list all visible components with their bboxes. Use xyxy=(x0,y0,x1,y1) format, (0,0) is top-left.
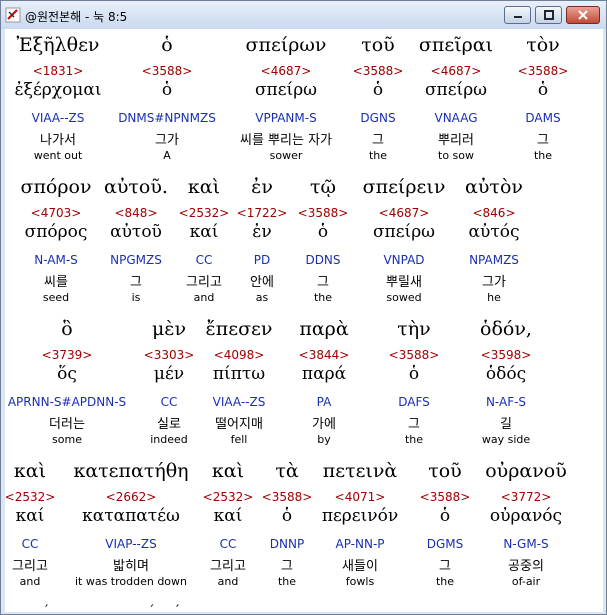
close-button[interactable] xyxy=(566,6,600,24)
close-icon xyxy=(578,10,588,20)
korean-gloss: 그 xyxy=(537,133,549,148)
next-row-partial: ′ ′ ′ xyxy=(45,603,180,612)
korean-gloss: 길 xyxy=(500,417,512,432)
parsing-code: DAMS xyxy=(525,111,561,125)
minimize-button[interactable] xyxy=(504,6,531,24)
strong-number: <846> xyxy=(472,206,516,220)
lemma: ὁ xyxy=(537,80,549,100)
greek-word: τὸν xyxy=(526,34,560,56)
app-window: @원전본해 - 눅 8:5 Ἐξῆλθεν <1831> ἐξέρχομαι VIAA… xyxy=(0,0,607,615)
minimize-icon xyxy=(513,16,522,18)
lemma: οὐρανός xyxy=(489,506,563,526)
greek-word: αὐτὸν xyxy=(465,176,523,198)
english-gloss: he xyxy=(487,291,501,304)
strong-number: <3598> xyxy=(480,348,532,362)
greek-word: ὁδόν, xyxy=(480,318,532,340)
lemma: ὁδός xyxy=(485,364,527,384)
parsing-code: N-AF-S xyxy=(485,395,527,409)
window-title: @원전본해 - 눅 8:5 xyxy=(25,10,128,24)
english-gloss: the xyxy=(533,149,553,162)
strong-number: <3772> xyxy=(500,490,552,504)
maximize-icon xyxy=(543,10,554,20)
korean-gloss: 공중의 xyxy=(508,559,544,574)
title-bar[interactable]: @원전본해 - 눅 8:5 xyxy=(1,1,606,29)
parsing-code: NPAMZS xyxy=(469,253,519,267)
maximize-button[interactable] xyxy=(535,6,562,24)
app-icon xyxy=(5,7,21,23)
greek-word: οὐρανοῦ xyxy=(485,460,567,482)
interlinear-content[interactable]: Ἐξῆλθεν <1831> ἐξέρχομαι VIAA--ZS 나가서 went ou… xyxy=(5,29,603,612)
korean-gloss: 그가 xyxy=(482,275,506,290)
strong-number: <3588> xyxy=(517,64,569,78)
english-gloss: way side xyxy=(481,433,531,446)
parsing-code: N-GM-S xyxy=(503,537,549,551)
lemma: αὐτός xyxy=(468,222,520,242)
english-gloss: of-air xyxy=(511,575,541,588)
